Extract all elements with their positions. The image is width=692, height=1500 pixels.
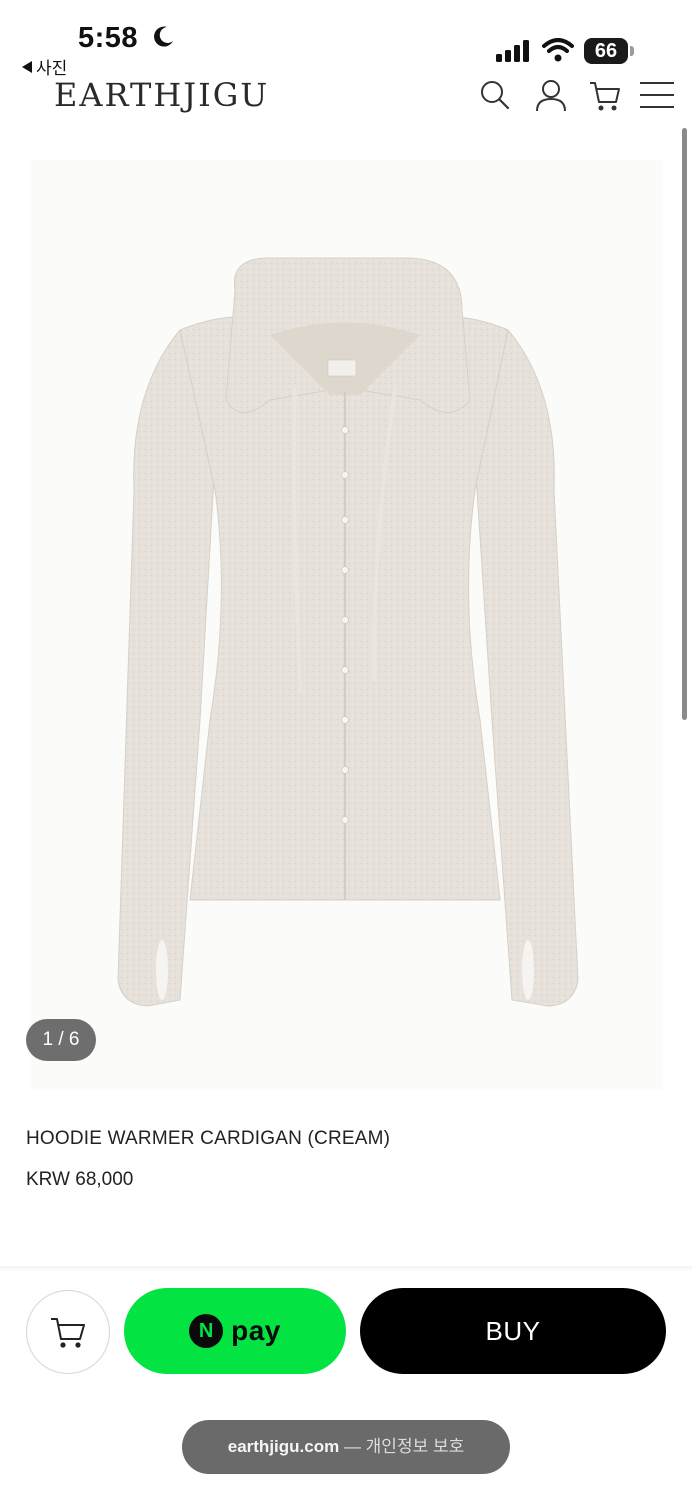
menu-icon[interactable] — [638, 78, 676, 112]
wifi-icon — [542, 38, 574, 62]
npay-button[interactable]: N pay — [124, 1288, 346, 1374]
battery-level: 66 — [594, 40, 618, 62]
page-scrollbar[interactable] — [682, 128, 687, 720]
cardigan-illustration — [117, 257, 579, 1007]
privacy-note: — 개인정보 보호 — [339, 1437, 465, 1456]
cart-icon[interactable] — [588, 78, 622, 112]
browser-url-bar[interactable]: earthjigu.com — 개인정보 보호 — [182, 1420, 510, 1474]
gallery-counter: 1 / 6 — [26, 1019, 96, 1061]
search-icon[interactable] — [478, 78, 512, 112]
cart-icon — [51, 1318, 85, 1348]
back-triangle-icon — [22, 60, 32, 73]
product-image[interactable] — [30, 160, 662, 1090]
status-time: 5:58 — [78, 22, 139, 54]
npay-logo-icon: N — [189, 1314, 224, 1348]
npay-label: pay — [231, 1315, 281, 1346]
account-icon[interactable] — [534, 78, 568, 112]
buy-button[interactable]: BUY — [360, 1288, 666, 1374]
moon-icon — [154, 26, 173, 47]
add-to-cart-button[interactable] — [26, 1290, 110, 1374]
product-name: HOODIE WARMER CARDIGAN (CREAM) — [26, 1128, 391, 1149]
cellular-signal-icon — [496, 40, 529, 62]
status-bar: 5:58 66 — [0, 0, 692, 64]
bottom-bar-divider — [0, 1266, 692, 1272]
brand-logo[interactable]: EARTHJIGU — [54, 76, 269, 114]
site-url: earthjigu.com — [227, 1437, 340, 1456]
product-price: KRW 68,000 — [26, 1169, 134, 1190]
battery-indicator: 66 — [584, 38, 634, 64]
